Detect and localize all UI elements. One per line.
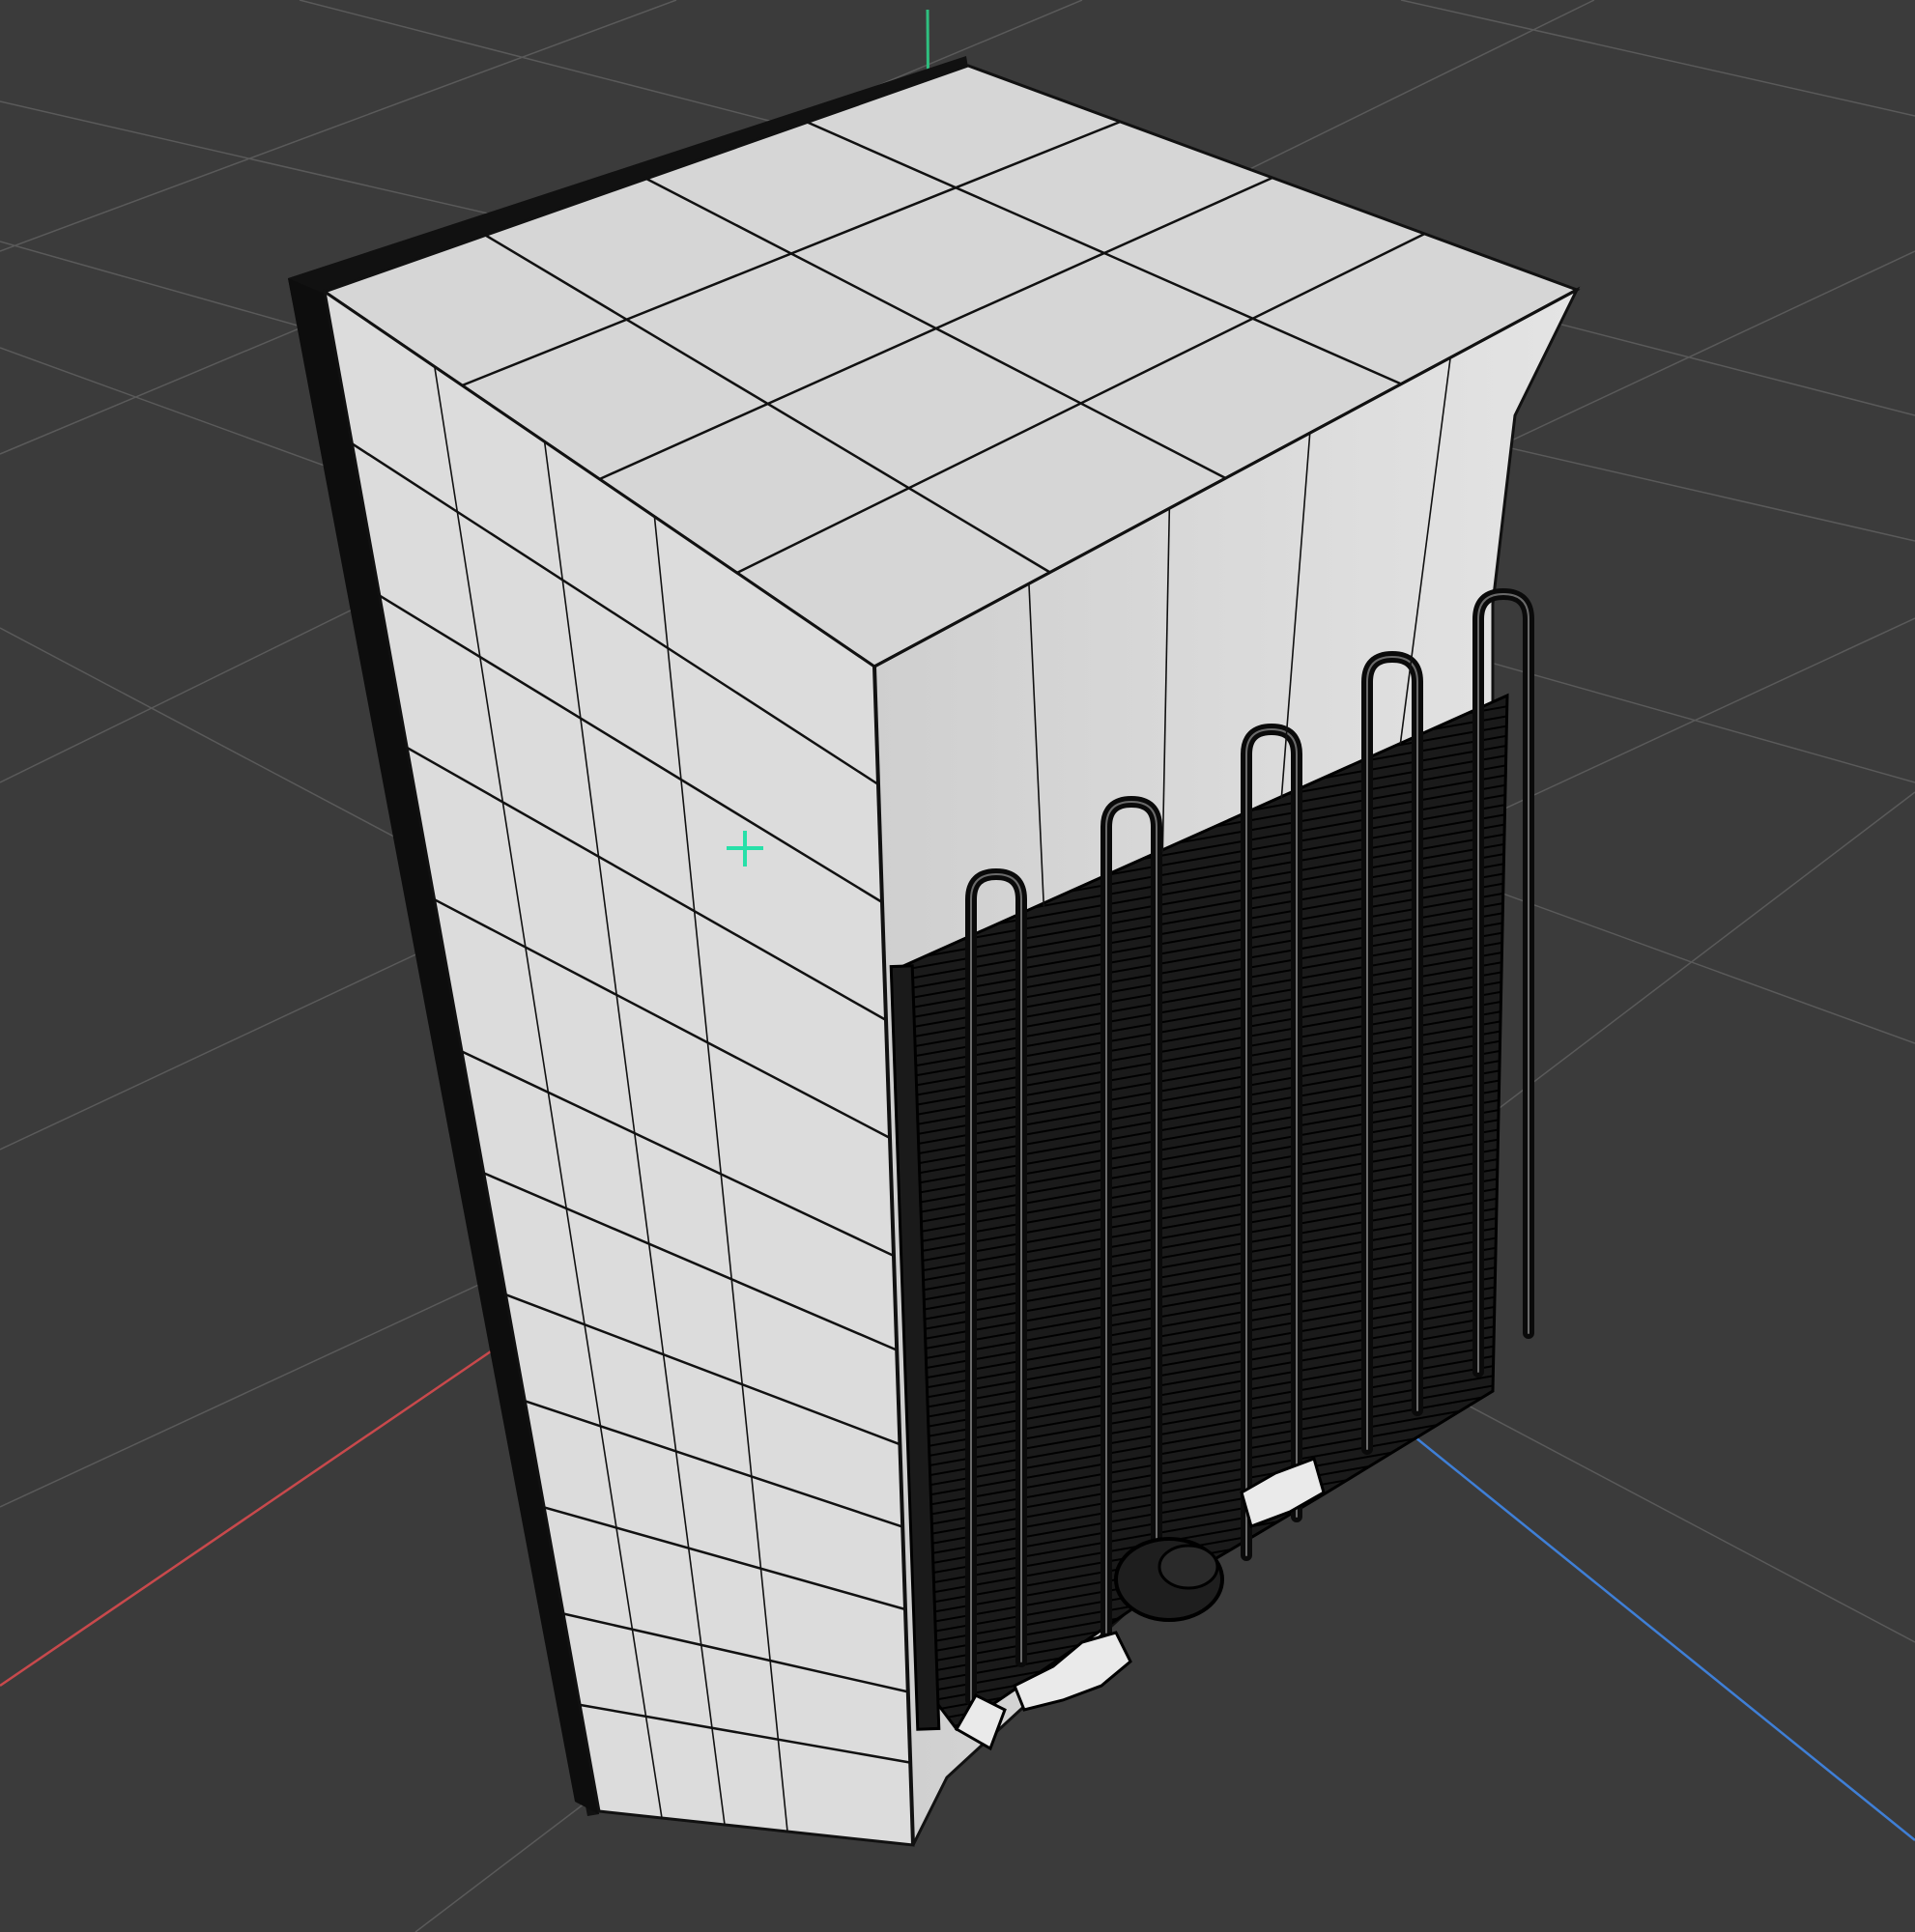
grid-line (1400, 0, 1915, 117)
3d-viewport[interactable] (0, 0, 1915, 1932)
fridge-model[interactable] (288, 56, 1581, 1847)
viewport-canvas[interactable] (0, 0, 1915, 1932)
